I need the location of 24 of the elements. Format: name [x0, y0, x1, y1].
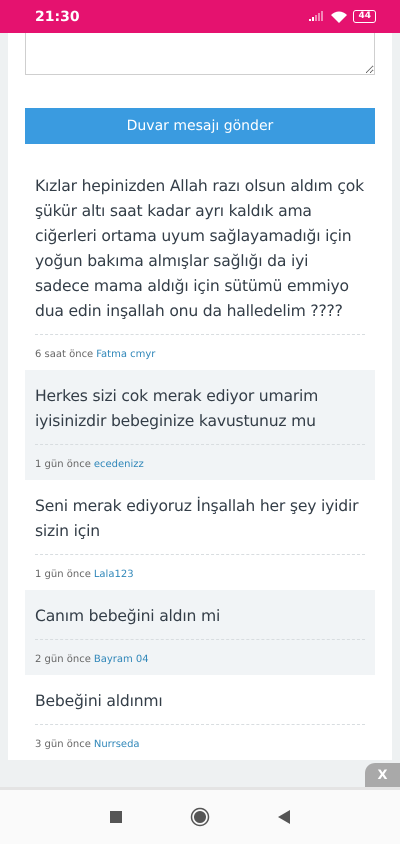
status-time: 21:30: [35, 8, 81, 24]
close-button[interactable]: X: [365, 763, 400, 787]
post-time: 6 saat önce: [35, 349, 94, 360]
post-text: Seni merak ediyoruz İnşallah her şey iyidir sizin için: [35, 494, 365, 555]
post-text: Herkes sizi cok merak ediyor umarim iyisinizdir bebeginize kavustunuz mu: [35, 384, 365, 445]
author-link[interactable]: Nurrseda: [94, 739, 140, 750]
post-time: 1 gün önce: [35, 569, 91, 580]
post-time: 1 gün önce: [35, 459, 91, 470]
battery-icon: 44: [353, 10, 376, 23]
author-link[interactable]: Fatma cmyr: [96, 349, 156, 360]
post-text: Canım bebeğini aldın mi: [35, 604, 365, 640]
post-text: Kızlar hepinizden Allah razı olsun aldım çok şükür altı saat kadar ayrı kaldık ama ciğerleri ortama uyum sağlayamadığı için yoğun bakıma almışlar sağlığı da iyi sadece mama aldığı için sütümü emmiyo dua edin inşallah onu da halledelim ????: [35, 174, 365, 335]
author-link[interactable]: Bayram 04: [94, 654, 149, 665]
author-link[interactable]: ecedenizz: [94, 459, 144, 470]
wifi-icon: [331, 10, 348, 22]
author-link[interactable]: Lala123: [94, 569, 134, 580]
signal-icon: [309, 11, 326, 22]
send-button[interactable]: Duvar mesajı gönder: [25, 108, 375, 144]
back-icon[interactable]: [278, 810, 290, 824]
post-text: Bebeğini aldınmı: [35, 689, 365, 725]
post-time: 3 gün önce: [35, 739, 91, 750]
message-field[interactable]: [25, 33, 375, 75]
home-icon[interactable]: [190, 807, 210, 827]
post-time: 2 gün önce: [35, 654, 91, 665]
